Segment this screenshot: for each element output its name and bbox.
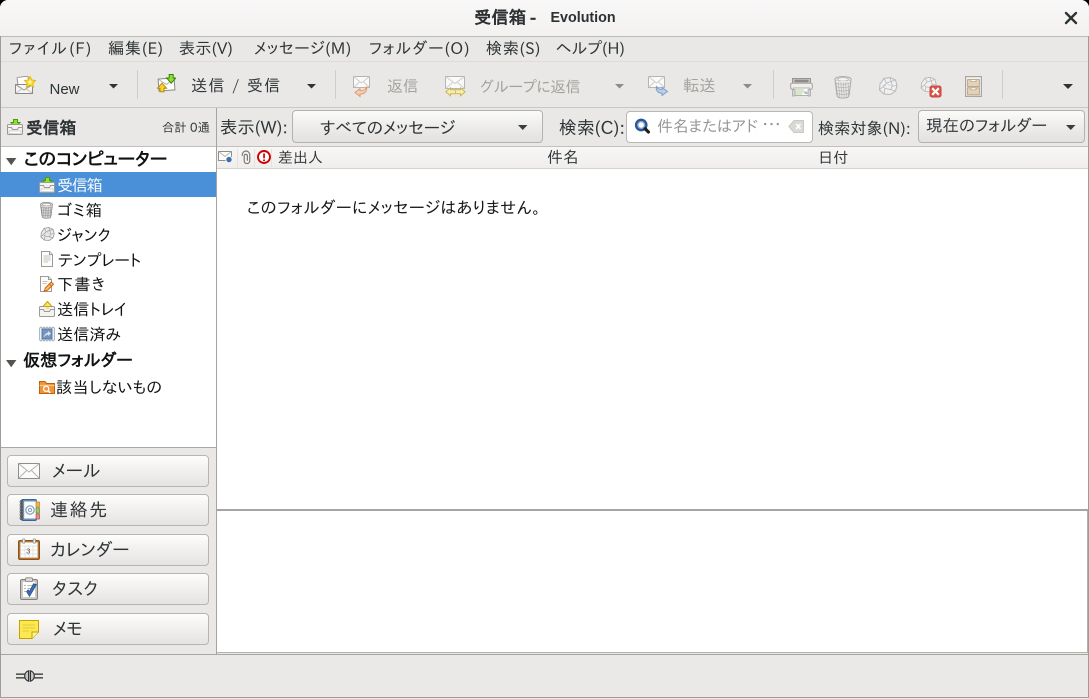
svg-text:3: 3	[26, 546, 30, 555]
